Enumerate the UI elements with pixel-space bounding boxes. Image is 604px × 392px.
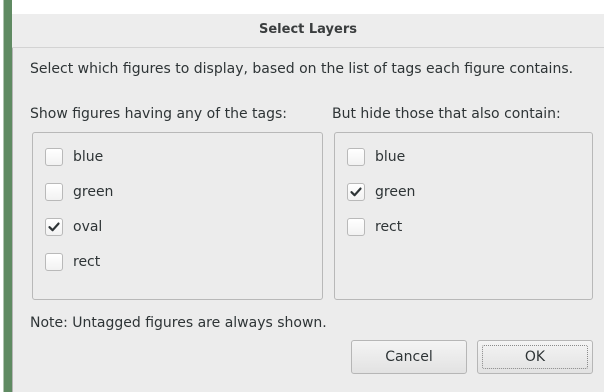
dialog-titlebar[interactable]: Select Layers [12,14,604,48]
show-tag-label: green [73,184,114,200]
checkbox[interactable] [347,218,365,236]
window-border-left [0,0,12,392]
ok-button[interactable]: OK [477,340,593,374]
show-tag-oval[interactable]: oval [45,216,102,238]
show-tags-label: Show figures having any of the tags: [30,106,287,122]
show-tag-blue[interactable]: blue [45,146,103,168]
show-tags-panel: blue green oval rect [32,132,323,300]
untagged-note: Note: Untagged figures are always shown. [30,315,327,331]
dialog-title: Select Layers [259,22,357,37]
dialog-description: Select which figures to display, based o… [30,61,574,77]
show-tag-label: oval [73,219,103,235]
hide-tags-label: But hide those that also contain: [332,106,561,122]
show-tag-green[interactable]: green [45,181,113,203]
top-strip [0,0,604,14]
hide-tag-label: blue [375,149,406,165]
show-tag-rect[interactable]: rect [45,251,100,273]
checkmark-icon [350,187,362,197]
hide-tag-rect[interactable]: rect [347,216,402,238]
checkbox-checked[interactable] [347,183,365,201]
show-tag-label: rect [73,254,101,270]
checkbox[interactable] [45,148,63,166]
checkbox[interactable] [347,148,365,166]
cancel-button[interactable]: Cancel [351,340,467,374]
hide-tag-blue[interactable]: blue [347,146,405,168]
focus-ring [482,345,588,369]
checkbox[interactable] [45,183,63,201]
show-tag-label: blue [73,149,104,165]
hide-tag-label: rect [375,219,403,235]
checkbox[interactable] [45,253,63,271]
checkmark-icon [48,222,60,232]
cancel-button-label: Cancel [385,349,433,365]
hide-tags-panel: blue green rect [334,132,593,300]
hide-tag-green[interactable]: green [347,181,415,203]
hide-tag-label: green [375,184,416,200]
checkbox-checked[interactable] [45,218,63,236]
